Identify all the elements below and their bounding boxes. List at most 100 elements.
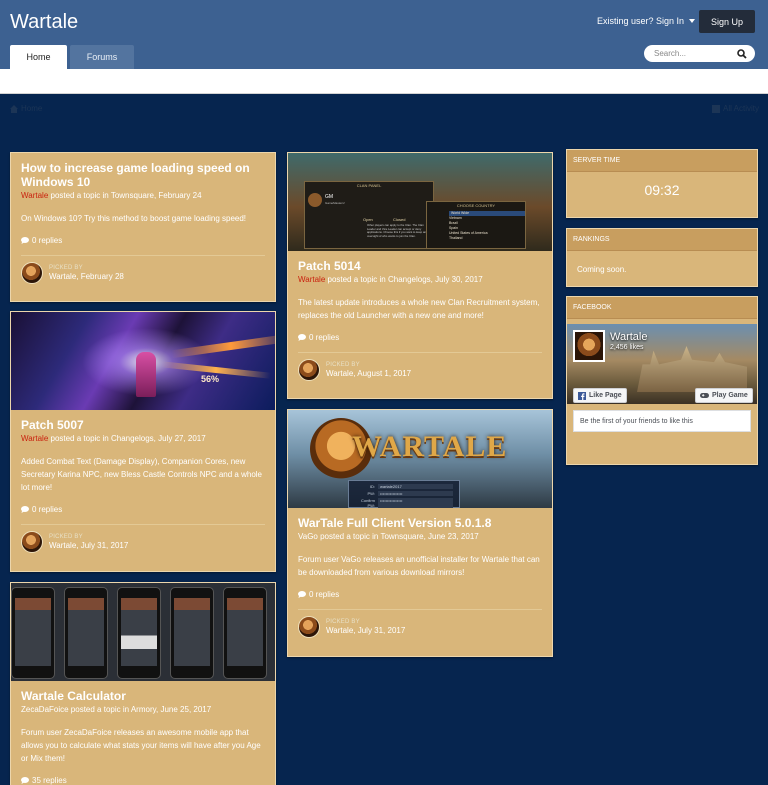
article-card: Wartale Calculator ZecaDaFoice posted a … (10, 582, 276, 785)
facebook-page-avatar[interactable] (573, 330, 605, 362)
facebook-widget: FACEBOOK Wartale 2,456 likes Like Page P… (566, 296, 758, 465)
rss-icon (712, 104, 720, 113)
comment-icon (298, 334, 306, 341)
phone-screenshot (117, 587, 161, 679)
breadcrumb-home[interactable]: Home (21, 104, 42, 113)
article-meta: ZecaDaFoice posted a topic in Armory, Ju… (21, 705, 265, 715)
author-link[interactable]: Wartale (21, 434, 48, 443)
search-input[interactable] (654, 49, 734, 58)
login-row: ID: wartale2017 (353, 484, 459, 489)
damage-text: 56% (201, 374, 220, 384)
panel-description: Other players can apply to the Clan. The… (367, 224, 427, 238)
castle-silhouette (637, 346, 747, 392)
closed-option: Closed (393, 217, 406, 222)
all-activity-link[interactable]: All Activity (712, 104, 759, 113)
search-icon[interactable] (737, 48, 747, 59)
search-box[interactable] (644, 45, 755, 62)
sub-nav-bar (0, 69, 768, 94)
avatar[interactable] (298, 359, 320, 381)
article-meta: Wartale posted a topic in Townsquare, Fe… (21, 191, 265, 201)
facebook-friends-text: Be the first of your friends to like thi… (573, 410, 751, 432)
article-excerpt: Forum user VaGo releases an unofficial i… (298, 555, 540, 577)
article-meta: Wartale posted a topic in Changelogs, Ju… (298, 275, 542, 285)
article-excerpt: Forum user ZecaDaFoice releases an aweso… (21, 728, 261, 763)
article-title[interactable]: Patch 5014 (298, 259, 542, 273)
picked-by-label: PICKED BY (326, 619, 360, 625)
gamepad-icon (700, 393, 709, 398)
widget-heading: SERVER TIME (567, 150, 757, 172)
article-card: CLAN PANEL GM GameMasters! Open Closed O… (287, 152, 553, 399)
picked-by-user[interactable]: Wartale, February 28 (49, 272, 124, 281)
character-figure (136, 352, 156, 397)
widget-heading: FACEBOOK (567, 297, 757, 319)
facebook-page-plugin[interactable]: Wartale 2,456 likes Like Page Play Game (567, 324, 757, 404)
all-activity-label: All Activity (723, 104, 760, 113)
article-excerpt: Added Combat Text (Damage Display), Comp… (21, 457, 262, 492)
clan-panel-title: CLAN PANEL (356, 183, 382, 188)
avatar[interactable] (298, 616, 320, 638)
picked-by-user[interactable]: Wartale, July 31, 2017 (326, 626, 405, 635)
avatar[interactable] (21, 262, 43, 284)
tab-home[interactable]: Home (10, 45, 67, 69)
author-link[interactable]: Wartale (21, 191, 48, 200)
play-game-label: Play Game (712, 392, 748, 399)
article-title[interactable]: How to increase game loading speed on Wi… (21, 161, 265, 189)
confirm-label: Confirm PW: (360, 498, 375, 508)
article-image-patch5014[interactable]: CLAN PANEL GM GameMasters! Open Closed O… (288, 153, 552, 251)
sign-in-link[interactable]: Existing user? Sign In (597, 16, 696, 26)
replies-count[interactable]: 0 replies (21, 236, 265, 245)
replies-count[interactable]: 0 replies (298, 333, 542, 342)
article-image-client[interactable]: WARTALE ID: wartale2017 PW: ••••••••••••••… (288, 410, 552, 508)
site-logo[interactable]: Wartale (10, 11, 78, 34)
comment-icon (21, 777, 29, 784)
article-title[interactable]: WarTale Full Client Version 5.0.1.8 (298, 516, 542, 530)
login-box: ID: wartale2017 PW: •••••••••••••••• Confi… (348, 480, 460, 508)
like-page-label: Like Page (589, 392, 622, 399)
article-image-patch5007[interactable]: 56% (11, 312, 275, 410)
picked-by-user[interactable]: Wartale, August 1, 2017 (326, 369, 411, 378)
author-link[interactable]: ZecaDaFoice (21, 705, 69, 714)
replies-count[interactable]: 0 replies (21, 505, 265, 514)
country-item: Thailand (449, 236, 463, 240)
author-link[interactable]: VaGo (298, 532, 318, 541)
replies-count[interactable]: 0 replies (298, 590, 542, 599)
play-game-button[interactable]: Play Game (695, 388, 753, 403)
tab-forums[interactable]: Forums (70, 45, 134, 69)
comment-icon (21, 237, 29, 244)
avatar[interactable] (21, 531, 43, 553)
picked-by: PICKED BY Wartale, February 28 (21, 256, 265, 292)
country-panel: CHOOSE COUNTRY World Wide Vietnam Brazil… (426, 201, 526, 249)
widget-heading: RANKINGS (567, 229, 757, 251)
replies-label: 0 replies (32, 505, 63, 514)
picked-by: PICKED BY Wartale, August 1, 2017 (298, 353, 542, 389)
id-label: ID: (369, 484, 375, 489)
article-meta: VaGo posted a topic in Townsquare, June … (298, 532, 542, 542)
sign-in-label: Existing user? Sign In (597, 16, 685, 26)
article-excerpt: On Windows 10? Try this method to boost … (21, 214, 247, 223)
facebook-page-name[interactable]: Wartale (610, 331, 648, 343)
site-header: Wartale Existing user? Sign In Sign Up H… (0, 0, 768, 69)
author-link[interactable]: Wartale (298, 275, 325, 284)
pw-field: •••••••••••••••• (378, 491, 453, 496)
breadcrumb[interactable]: Home (10, 104, 42, 113)
article-card: WARTALE ID: wartale2017 PW: ••••••••••••••… (287, 409, 553, 657)
replies-count[interactable]: 35 replies (21, 776, 265, 785)
like-page-button[interactable]: Like Page (573, 388, 627, 403)
picked-by-user[interactable]: Wartale, July 31, 2017 (49, 541, 128, 550)
article-image-calculator[interactable] (11, 583, 275, 681)
meta-text: posted a topic in Changelogs, July 27, 2… (48, 434, 206, 443)
choose-country-title: CHOOSE COUNTRY (456, 203, 496, 208)
article-title[interactable]: Patch 5007 (21, 418, 265, 432)
article-title[interactable]: Wartale Calculator (21, 689, 265, 703)
sign-up-button[interactable]: Sign Up (699, 10, 755, 33)
phone-screenshot (170, 587, 214, 679)
picked-by: PICKED BY Wartale, July 31, 2017 (21, 525, 265, 561)
replies-label: 35 replies (32, 776, 67, 785)
rankings-widget: RANKINGS Coming soon. (566, 228, 758, 287)
picked-by-label: PICKED BY (49, 265, 83, 271)
gm-label: GM (325, 194, 334, 200)
meta-text: posted a topic in Townsquare, June 23, 2… (317, 532, 479, 541)
picked-by-label: PICKED BY (49, 534, 83, 540)
meta-text: posted a topic in Changelogs, July 30, 2… (325, 275, 483, 284)
meta-text: posted a topic in Armory, June 25, 2017 (68, 705, 212, 714)
